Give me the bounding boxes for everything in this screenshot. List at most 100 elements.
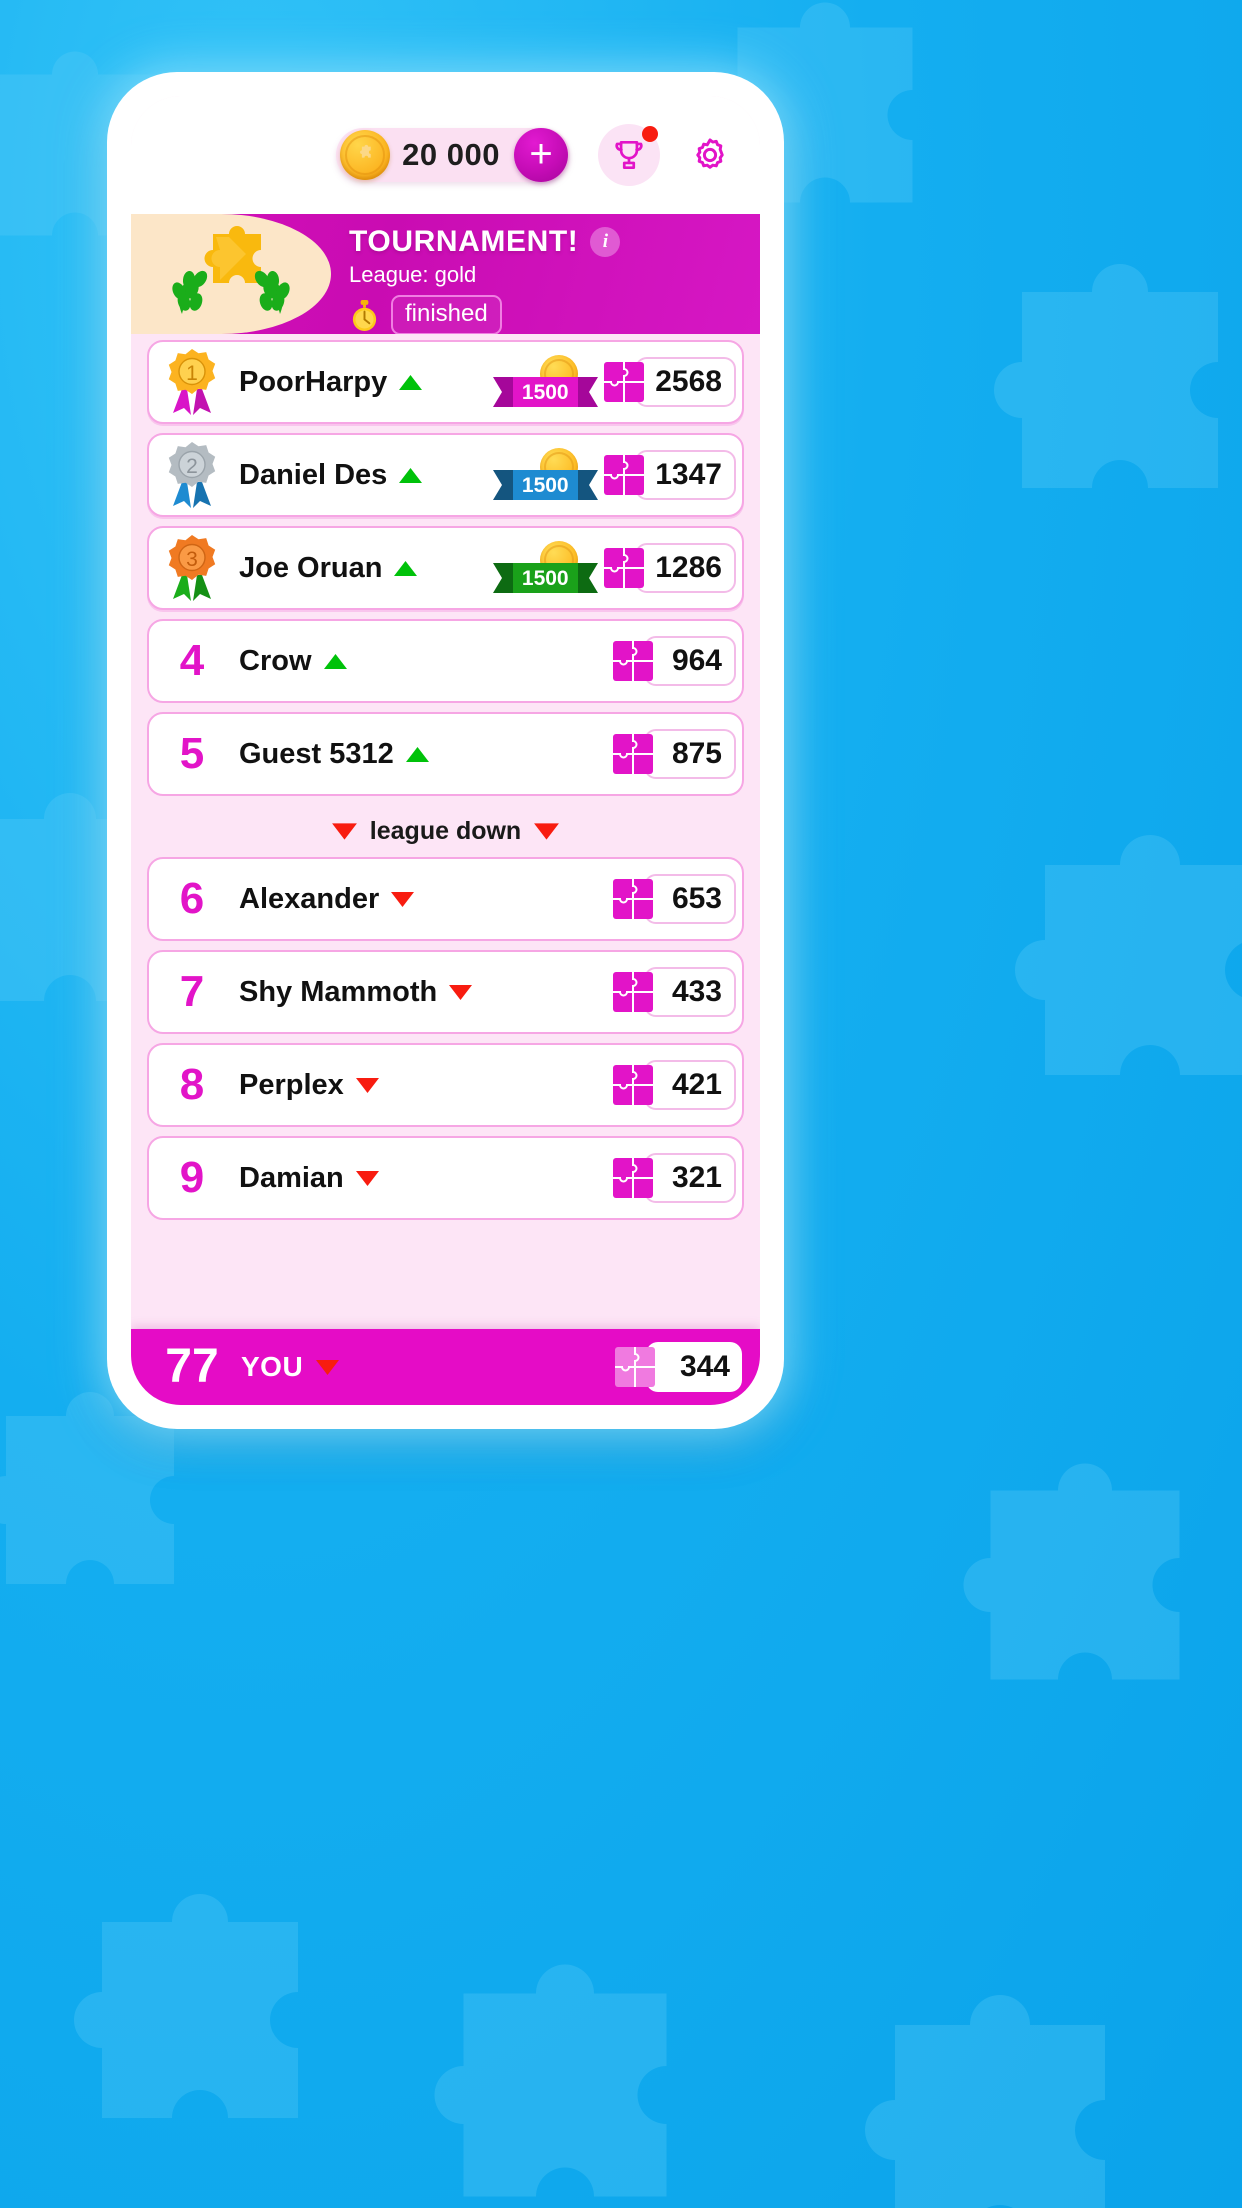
trend-up-icon [393,559,418,578]
background-puzzle-icon [434,1964,667,2197]
ribbon-tail-right-icon [577,377,598,407]
prize-ribbon: 1500 [492,470,598,500]
table-row[interactable]: 5 Guest 5312 875 [147,712,744,796]
score-badge: 2568 [603,357,736,407]
background-puzzle-icon [963,1463,1180,1680]
score-value: 421 [644,1060,736,1110]
prize-badge: 1500 [492,539,598,597]
puzzle-score-icon [615,1347,655,1387]
tournament-info: TOURNAMENT! i League: gold finished [331,214,760,334]
page-title: TOURNAMENT! [349,225,579,258]
rank-number: 8 [179,1060,205,1109]
score-value: 321 [644,1153,736,1203]
tournament-status-row: finished [349,295,760,334]
svg-text:1: 1 [186,362,198,385]
your-score-badge: 344 [614,1342,742,1392]
svg-text:2: 2 [186,455,198,478]
top-bar: 20 000 + [131,96,760,214]
table-row[interactable]: 1 PoorHarpy 1500 2568 [147,340,744,424]
puzzle-score-icon [613,641,653,681]
app-screen: 20 000 + TOURNAMENT! i League: gold fini… [131,96,760,1405]
ribbon-tail-left-icon [492,377,513,407]
table-row[interactable]: 2 Daniel Des 1500 1347 [147,433,744,517]
table-row[interactable]: 4 Crow 964 [147,619,744,703]
trend-down-icon [390,890,415,909]
prize-amount: 1500 [512,377,578,407]
score-value: 1347 [635,450,736,500]
puzzle-glyph-icon [360,144,371,158]
score-badge: 964 [612,636,736,686]
league-down-label: league down [369,816,522,845]
table-row[interactable]: 6 Alexander 653 [147,857,744,941]
trend-up-icon [398,466,423,485]
rank-number: 4 [179,636,205,685]
score-value: 433 [644,967,736,1017]
background-puzzle-icon [1015,835,1242,1075]
player-name: Shy Mammoth [239,975,438,1008]
tournament-banner[interactable]: TOURNAMENT! i League: gold finished [131,214,760,334]
score-value: 1286 [635,543,736,593]
bronze-medal-glyph-icon: 3 [168,535,216,601]
tournament-title-row: TOURNAMENT! i [349,225,760,259]
trend-up-icon [405,745,430,764]
background-puzzle-icon [865,1995,1105,2208]
player-name: Perplex [239,1068,344,1101]
player-name: Guest 5312 [239,737,394,770]
table-row[interactable]: 8 Perplex 421 [147,1043,744,1127]
trend-down-icon [448,983,473,1002]
table-row[interactable]: 3 Joe Oruan 1500 1286 [147,526,744,610]
puzzle-laurel-emblem-icon [172,226,290,314]
rank-number: 6 [179,874,205,923]
puzzle-score-icon [613,972,653,1012]
ribbon-tail-right-icon [577,563,598,593]
trend-down-icon [355,1169,380,1188]
trend-down-icon [355,1076,380,1095]
background-puzzle-icon [994,264,1218,488]
puzzle-score-icon [604,548,645,588]
coin-balance-pill[interactable]: 20 000 + [336,128,570,182]
player-name: Alexander [239,882,380,915]
info-button[interactable]: i [590,227,621,257]
settings-button[interactable] [684,129,736,181]
prize-amount: 1500 [512,470,578,500]
trophy-button[interactable] [598,124,660,186]
score-badge: 421 [612,1060,736,1110]
trophy-icon [615,140,643,170]
player-name: Crow [239,644,312,677]
svg-text:3: 3 [186,548,198,571]
score-badge: 1286 [603,543,736,593]
score-value: 964 [644,636,736,686]
score-badge: 433 [612,967,736,1017]
prize-amount: 1500 [512,563,578,593]
puzzle-score-icon [604,362,645,402]
rank-number: 9 [179,1153,205,1202]
notification-dot [642,126,658,142]
stopwatch-icon [349,299,380,332]
score-value: 2568 [635,357,736,407]
leaderboard-list[interactable]: 1 PoorHarpy 1500 2568 2 Daniel Des 1500 … [131,334,760,1405]
silver-medal-icon: 2 [159,440,225,510]
puzzle-score-icon [613,734,653,774]
league-label: League: gold [349,262,477,287]
gold-medal-glyph-icon: 1 [168,349,216,415]
ribbon-tail-right-icon [577,470,598,500]
player-name: Damian [239,1161,344,1194]
table-row[interactable]: 9 Damian 321 [147,1136,744,1220]
your-rank-bar[interactable]: 77 YOU 344 [131,1329,760,1405]
player-name: Joe Oruan [239,551,383,584]
league-down-divider: league down [147,805,744,857]
phone-frame: 20 000 + TOURNAMENT! i League: gold fini… [113,78,778,1423]
background-puzzle-icon [74,1894,298,2118]
down-triangle-icon [534,822,560,840]
score-value: 653 [644,874,736,924]
rank-number: 7 [179,967,205,1016]
score-badge: 875 [612,729,736,779]
score-badge: 1347 [603,450,736,500]
add-coins-button[interactable]: + [514,128,568,182]
tournament-emblem [131,214,331,334]
silver-medal-glyph-icon: 2 [168,442,216,508]
your-label: YOU [241,1351,304,1382]
trend-down-icon [315,1358,340,1377]
puzzle-score-icon [604,455,645,495]
table-row[interactable]: 7 Shy Mammoth 433 [147,950,744,1034]
